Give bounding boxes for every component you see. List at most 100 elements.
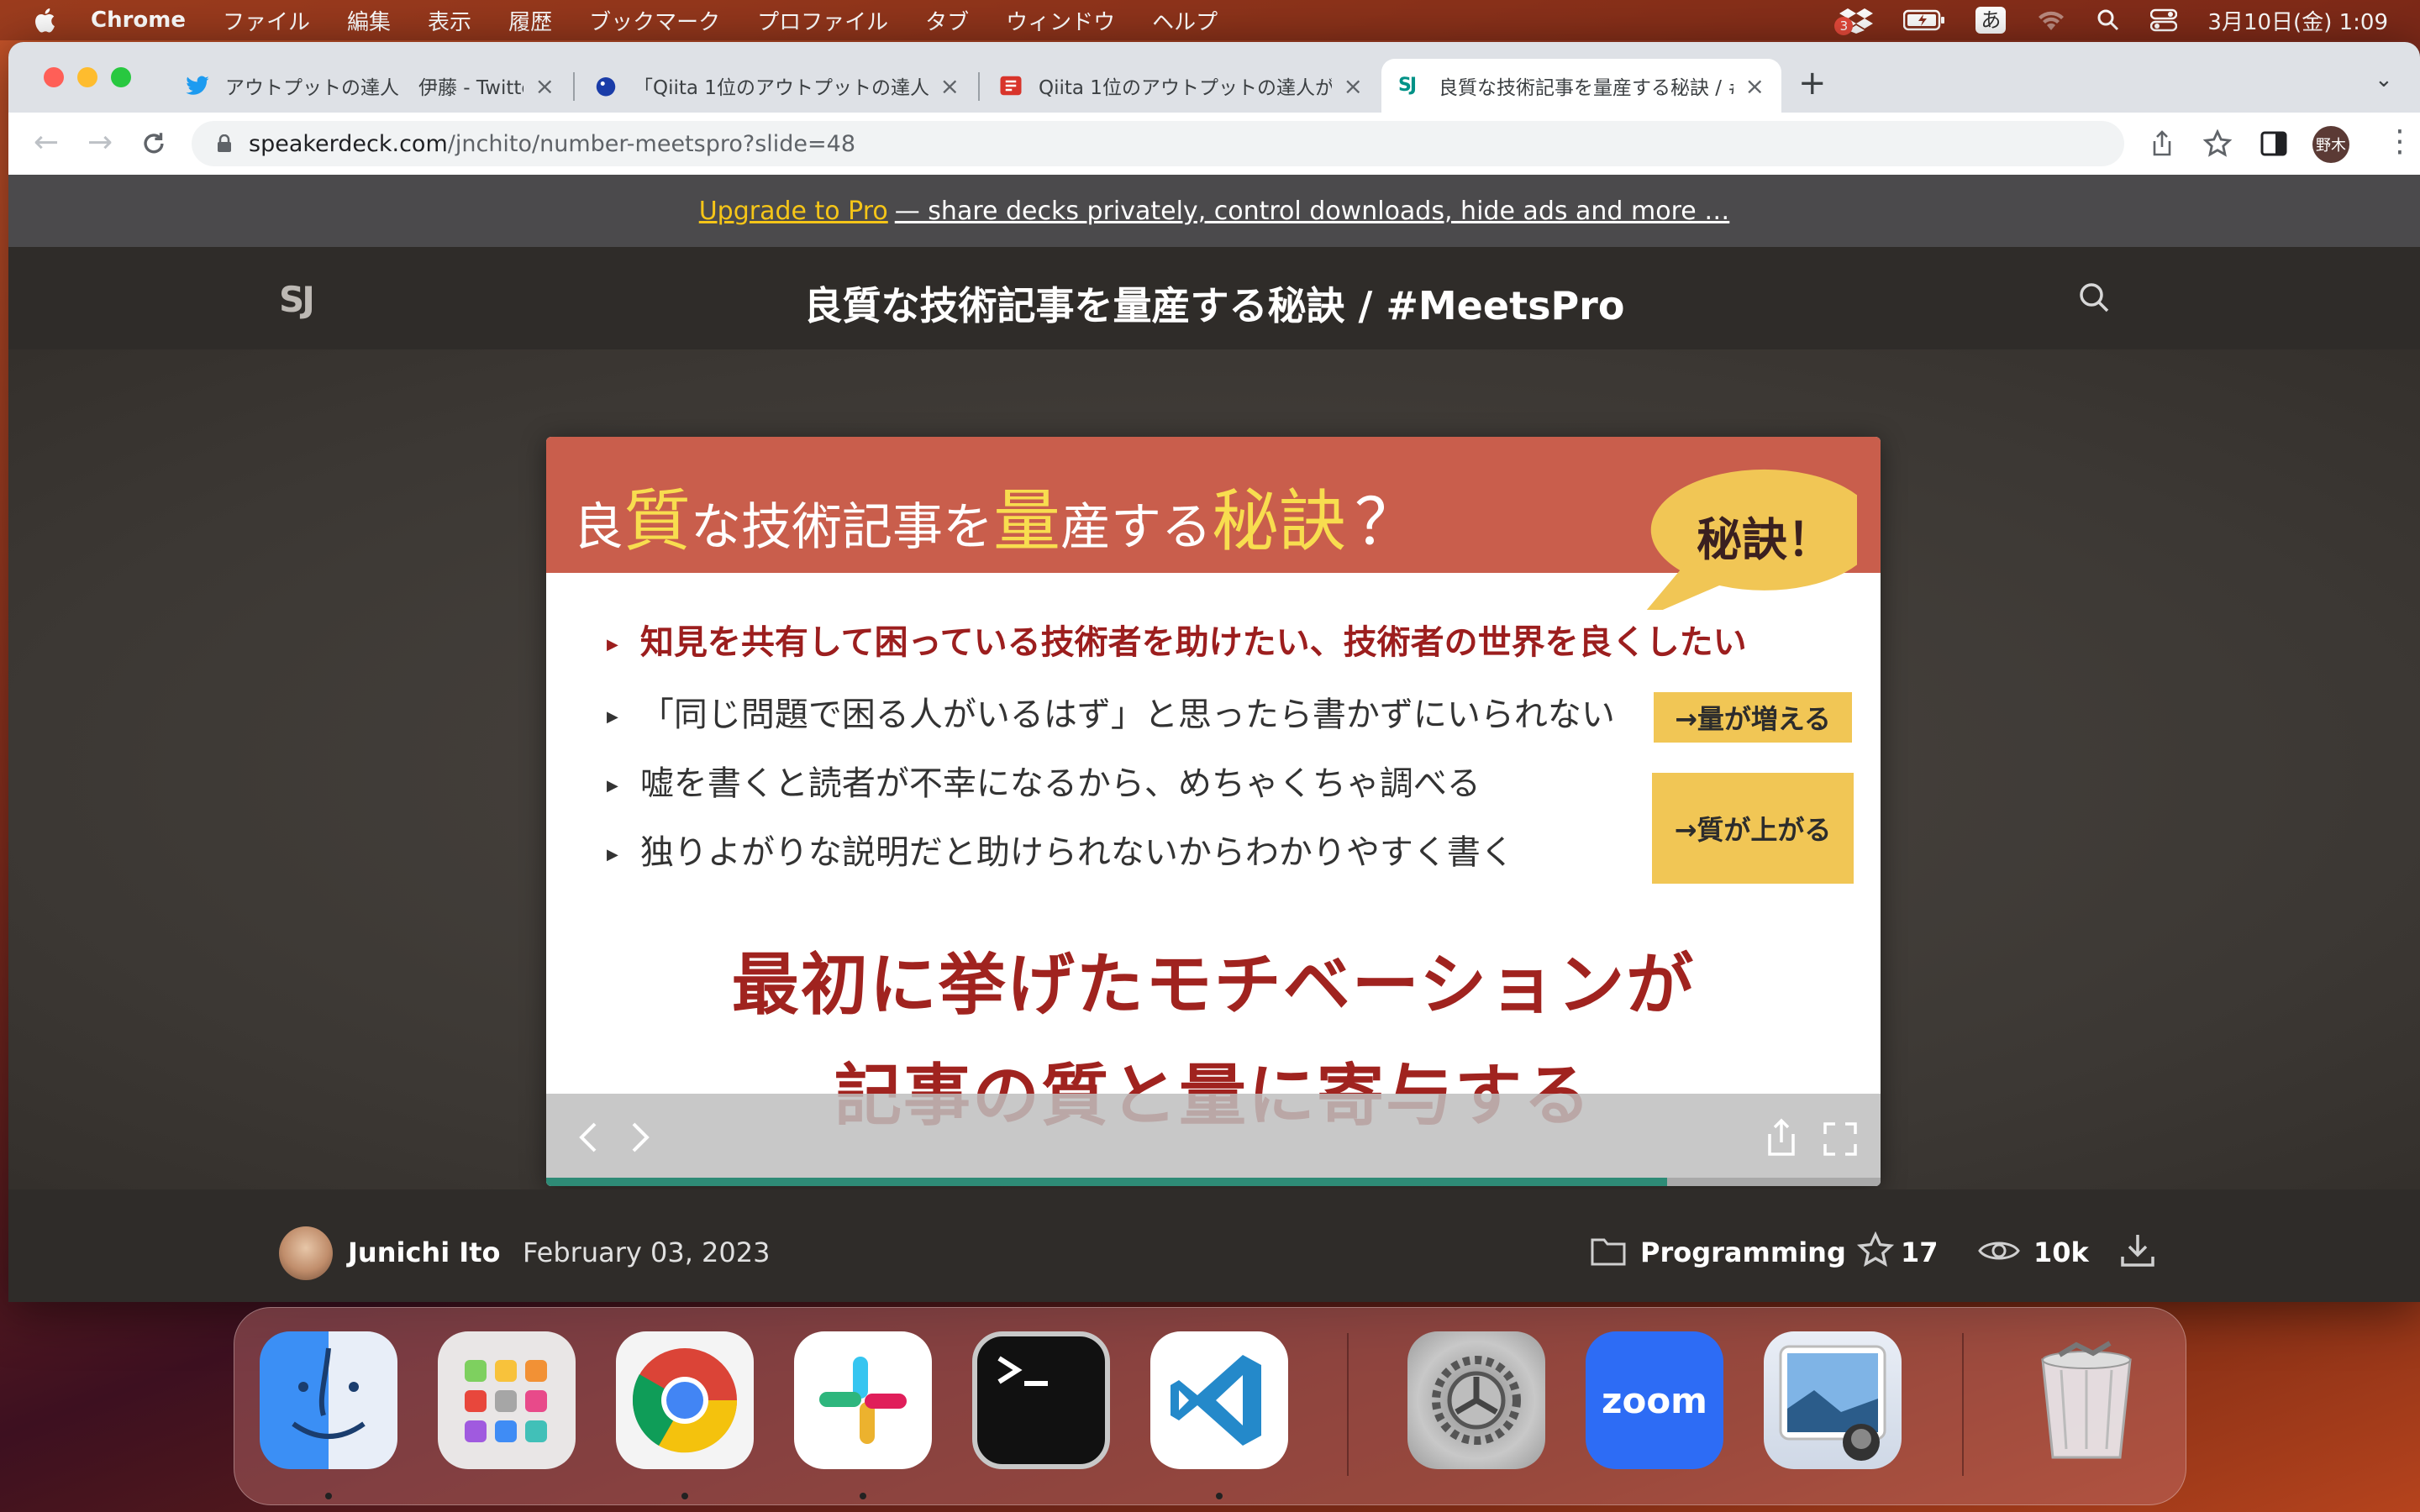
tab-search-chevron-icon[interactable]: ⌄ — [2375, 67, 2393, 92]
slide-title-highlight: 量 — [993, 482, 1060, 560]
zoom-icon[interactable]: zoom — [1586, 1331, 1723, 1469]
slide-title-part: 産する — [1060, 498, 1212, 557]
deck-title: 良質な技術記事を量産する秘訣 / #MeetsPro — [803, 283, 1625, 328]
bookmark-star-icon[interactable] — [2203, 129, 2232, 158]
search-icon[interactable] — [2077, 281, 2111, 314]
wifi-icon[interactable] — [2036, 8, 2066, 32]
upgrade-to-pro-link[interactable]: Upgrade to Pro — [699, 197, 888, 226]
reload-icon[interactable] — [139, 129, 168, 158]
slide-viewer[interactable]: 良質な技術記事を量産する秘訣？ 秘訣！ ▶ 知見を共有して困っている技術者を助けた… — [546, 437, 1881, 1186]
slide-title-highlight: 質 — [623, 482, 691, 560]
author-avatar[interactable] — [279, 1226, 333, 1280]
zoom-label: zoom — [1602, 1379, 1707, 1421]
speakerdeck-favicon-icon: SJ — [1398, 75, 1417, 96]
minimize-window-button[interactable] — [77, 67, 97, 87]
next-slide-chevron-icon[interactable] — [629, 1121, 652, 1154]
category-link[interactable]: Programming — [1640, 1236, 1846, 1268]
star-icon[interactable] — [1857, 1231, 1894, 1268]
spotlight-search-icon[interactable] — [2096, 8, 2120, 32]
profile-avatar[interactable]: 野木 — [2312, 126, 2349, 163]
eye-icon — [1978, 1242, 2020, 1260]
dropbox-icon[interactable]: 3 — [1834, 7, 1874, 35]
fullscreen-icon[interactable] — [1822, 1121, 1859, 1158]
menu-help[interactable]: ヘルプ — [1152, 5, 1218, 36]
slack-icon[interactable] — [794, 1331, 932, 1469]
address-bar[interactable]: speakerdeck.com/jnchito/number-meetspro?… — [192, 121, 2124, 166]
menu-file[interactable]: ファイル — [223, 5, 310, 36]
apple-icon[interactable] — [32, 6, 60, 34]
dock-separator — [1347, 1333, 1349, 1476]
battery-icon[interactable] — [1903, 9, 1945, 31]
input-method-indicator[interactable]: あ — [1975, 7, 2007, 34]
chrome-icon[interactable] — [616, 1331, 754, 1469]
menu-view[interactable]: 表示 — [428, 5, 471, 36]
tag-quantity: →量が増える — [1654, 692, 1852, 743]
tab-twitter[interactable]: アウトプットの達人 伊藤 - Twitter × — [168, 59, 571, 113]
menu-tab[interactable]: タブ — [925, 5, 969, 36]
menu-edit[interactable]: 編集 — [347, 5, 391, 36]
download-icon[interactable] — [2119, 1231, 2156, 1268]
qiita-favicon-icon — [596, 77, 616, 97]
publish-date: February 03, 2023 — [523, 1236, 771, 1268]
dock-separator — [1962, 1333, 1964, 1476]
launchpad-icon[interactable] — [438, 1331, 576, 1469]
new-tab-button[interactable]: + — [1798, 64, 1827, 102]
url-path: /jnchito/number-meetspro?slide=48 — [447, 130, 856, 157]
tab-close-icon[interactable]: × — [1344, 72, 1363, 100]
menu-profile[interactable]: プロファイル — [757, 5, 888, 36]
slide-progress-bar[interactable] — [546, 1178, 1881, 1186]
slide-bullet-1: ▶ 知見を共有して困っている技術者を助けたい、技術者の世界を良くしたい — [607, 615, 1747, 664]
slide-title-part: ？ — [1355, 485, 1418, 559]
more-options-icon[interactable]: ⋮ — [2385, 124, 2415, 159]
event-favicon-icon — [1000, 76, 1022, 96]
tab-close-icon[interactable]: × — [940, 72, 960, 100]
bullet-text: 知見を共有して困っている技術者を助けたい、技術者の世界を良くしたい — [639, 623, 1747, 662]
menu-history[interactable]: 履歴 — [508, 5, 552, 36]
slide-title-highlight: 秘訣 — [1212, 482, 1346, 560]
upgrade-banner: Upgrade to Pro — share decks privately, … — [8, 175, 2420, 247]
vscode-icon[interactable] — [1150, 1331, 1288, 1469]
bullet-text: 独りよがりな説明だと助けられないからわかりやすく書く — [639, 833, 1514, 872]
forward-arrow-icon[interactable]: → — [87, 128, 113, 158]
speech-bubble-text: 秘訣！ — [1697, 513, 1833, 566]
control-center-icon[interactable] — [2150, 8, 2178, 32]
author-name[interactable]: Junichi Ito — [348, 1236, 500, 1268]
tag-quality: →質が上がる — [1652, 773, 1854, 884]
finder-icon[interactable] — [260, 1331, 397, 1469]
menu-bar: Chrome ファイル 編集 表示 履歴 ブックマーク プロファイル タブ ウィ… — [0, 0, 2420, 40]
slide-title-part: な技術記事を — [691, 498, 993, 557]
share-slide-icon[interactable] — [1765, 1117, 1798, 1158]
tab-close-icon[interactable]: × — [535, 72, 555, 100]
page-content: Upgrade to Pro — share decks privately, … — [8, 175, 2420, 1302]
tab-strip: アウトプットの達人 伊藤 - Twitter × 「Qiita 1位のアウトプッ… — [8, 42, 2420, 113]
system-settings-icon[interactable] — [1407, 1331, 1545, 1469]
menu-window[interactable]: ウィンドウ — [1006, 5, 1115, 36]
menu-app-name[interactable]: Chrome — [91, 8, 186, 33]
zoom-window-button[interactable] — [111, 67, 131, 87]
lock-icon[interactable] — [217, 134, 232, 153]
slide-title: 良質な技術記事を量産する秘訣？ — [573, 467, 1418, 564]
browser-window: アウトプットの達人 伊藤 - Twitter × 「Qiita 1位のアウトプッ… — [8, 42, 2420, 1302]
tab-title: 「Qiita 1位のアウトプットの達人が語る — [634, 77, 929, 99]
back-arrow-icon[interactable]: ← — [34, 128, 59, 158]
tab-close-icon[interactable]: × — [1745, 72, 1765, 100]
dock: zoom — [234, 1307, 2186, 1505]
folder-icon[interactable] — [1590, 1235, 1627, 1267]
menu-bookmarks[interactable]: ブックマーク — [589, 5, 720, 36]
menu-clock[interactable]: 3月10日(金) 1:09 — [2207, 5, 2388, 36]
previous-slide-chevron-icon[interactable] — [576, 1121, 600, 1154]
close-window-button[interactable] — [44, 67, 64, 87]
deck-meta-bar: Junichi Ito February 03, 2023 Programmin… — [8, 1189, 2420, 1302]
slide-progress-fill — [546, 1178, 1667, 1186]
terminal-icon[interactable] — [972, 1331, 1110, 1469]
tab-speakerdeck[interactable]: SJ 良質な技術記事を量産する秘訣 / #MeetsPro × — [1381, 59, 1781, 113]
tab-divider — [573, 72, 575, 101]
preview-icon[interactable] — [1764, 1331, 1902, 1469]
share-icon[interactable] — [2149, 129, 2175, 158]
side-panel-icon[interactable] — [2260, 131, 2287, 156]
trash-icon[interactable] — [2018, 1331, 2155, 1469]
slide-bullet-3: ▶ 嘘を書くと読者が不幸になるから、めちゃくちゃ調べる — [607, 756, 1481, 805]
tab-qiita-1[interactable]: 「Qiita 1位のアウトプットの達人が語る × — [576, 59, 976, 113]
tab-qiita-2[interactable]: Qiita 1位のアウトプットの達人が語る × — [981, 59, 1380, 113]
upgrade-banner-text[interactable]: — share decks privately, control downloa… — [895, 197, 1730, 226]
